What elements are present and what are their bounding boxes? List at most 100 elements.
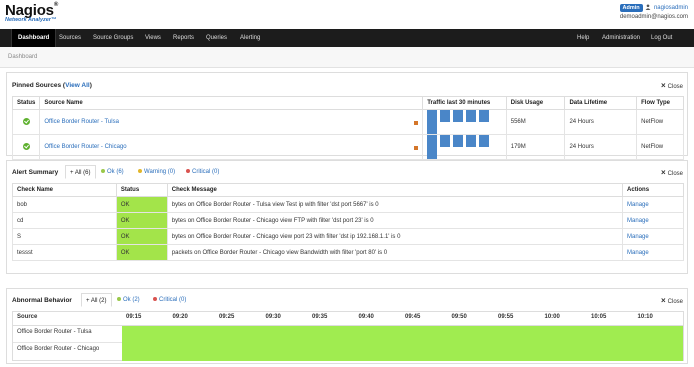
nav-alerting[interactable]: Alerting xyxy=(240,29,260,47)
close-label: Close xyxy=(667,84,683,90)
alert-summary-title: Alert Summary xyxy=(12,169,59,176)
time-label: 09:30 xyxy=(265,314,281,320)
source-header: Source xyxy=(17,314,38,320)
warning-dot-icon xyxy=(138,169,142,174)
col-actions: Actions xyxy=(622,183,684,197)
pinned-sources-table: Status Source Name Traffic last 30 minut… xyxy=(11,96,684,160)
sparkline-bar xyxy=(453,110,464,122)
nav-help[interactable]: Help xyxy=(577,29,589,47)
lifetime-cell: 24 Hours xyxy=(564,134,638,160)
tab-ok-label: Ok (6) xyxy=(107,169,124,175)
actions-cell: Manage xyxy=(622,244,684,261)
username-link[interactable]: nagiosadmin xyxy=(654,5,688,11)
nav-dashboard[interactable]: Dashboard xyxy=(11,29,57,47)
tab-all[interactable]: + All (6) xyxy=(65,165,96,179)
check-name-cell: tessst xyxy=(12,244,117,261)
tab-critical[interactable]: Critical (0) xyxy=(182,165,223,179)
abnormal-timeline: Source 09:15 09:20 09:25 09:30 09:35 09:40 09:… xyxy=(12,311,684,361)
time-label: 09:45 xyxy=(405,314,421,320)
breadcrumb[interactable]: Dashboard xyxy=(8,54,37,60)
manage-link[interactable]: Manage xyxy=(627,218,649,224)
header: Nagios® Network Analyzer™ Admin nagiosad… xyxy=(0,0,694,29)
flow-cell: NetFlow xyxy=(636,109,684,135)
unpin-icon[interactable] xyxy=(414,121,419,125)
manage-link[interactable]: Manage xyxy=(627,234,649,240)
abnormal-close-button[interactable]: × Close xyxy=(661,296,683,305)
critical-dot-icon xyxy=(186,169,190,174)
table-header-row: Check Name Status Check Message Actions xyxy=(12,183,684,197)
table-row: cd OK bytes on Office Border Router - Ch… xyxy=(12,212,684,229)
close-label: Close xyxy=(667,299,683,305)
time-label: 09:25 xyxy=(219,314,235,320)
actions-cell: Manage xyxy=(622,212,684,229)
manage-link[interactable]: Manage xyxy=(627,202,649,208)
col-traffic: Traffic last 30 minutes xyxy=(422,96,507,110)
table-row: S OK bytes on Office Border Router - Chi… xyxy=(12,228,684,245)
source-link[interactable]: Office Border Router - Chicago xyxy=(44,144,126,150)
tab-warning[interactable]: Warning (0) xyxy=(134,165,179,179)
check-message-cell: packets on Office Border Router - Chicag… xyxy=(166,244,624,261)
unpin-icon[interactable] xyxy=(414,146,419,150)
nav-reports[interactable]: Reports xyxy=(173,29,194,47)
logo-tm: ™ xyxy=(50,17,57,23)
nav-queries[interactable]: Queries xyxy=(206,29,227,47)
flow-cell: NetFlow xyxy=(636,134,684,160)
close-icon: × xyxy=(660,81,666,90)
view-all-link[interactable]: View All xyxy=(65,82,90,89)
time-label: 10:05 xyxy=(591,314,607,320)
time-label: 10:10 xyxy=(637,314,653,320)
abnormal-ok-bar xyxy=(122,326,683,361)
actions-cell: Manage xyxy=(622,196,684,213)
nav-logout[interactable]: Log Out xyxy=(651,29,672,47)
status-ok-cell: OK xyxy=(115,228,168,245)
status-ok-cell: OK xyxy=(115,212,168,229)
table-header-row: Status Source Name Traffic last 30 minut… xyxy=(11,96,684,110)
check-message-cell: bytes on Office Border Router - Chicago … xyxy=(166,228,624,245)
pinned-sources-panel: Pinned Sources (View All) × Close Status … xyxy=(6,72,688,160)
tab-ok[interactable]: Ok (2) xyxy=(113,293,144,307)
tab-ok[interactable]: Ok (6) xyxy=(97,165,128,179)
main-navbar: Dashboard Sources Source Groups Views Re… xyxy=(0,29,694,47)
nav-administration[interactable]: Administration xyxy=(602,29,640,47)
source-name-cell: Office Border Router - Tulsa xyxy=(39,109,424,135)
source-name-cell: Office Border Router - Chicago xyxy=(39,134,424,160)
ok-dot-icon xyxy=(117,297,121,302)
user-icon xyxy=(645,4,651,11)
check-message-cell: bytes on Office Border Router - Chicago … xyxy=(166,212,624,229)
nagios-logo[interactable]: Nagios® Network Analyzer™ xyxy=(5,2,58,23)
ok-check-icon xyxy=(22,117,30,125)
alert-summary-panel: Alert Summary + All (6) Ok (6) Warning (… xyxy=(6,160,688,274)
manage-link[interactable]: Manage xyxy=(627,250,649,256)
pinned-close-button[interactable]: × Close xyxy=(661,81,683,90)
time-label: 09:15 xyxy=(126,314,142,320)
alerts-close-button[interactable]: × Close xyxy=(661,168,683,177)
logo-product: Network Analyzer xyxy=(5,17,51,23)
check-message-cell: bytes on Office Border Router - Tulsa vi… xyxy=(166,196,624,213)
col-data-lifetime: Data Lifetime xyxy=(564,96,638,110)
status-cell xyxy=(11,109,41,135)
table-row: tessst OK packets on Office Border Route… xyxy=(12,244,684,261)
nav-source-groups[interactable]: Source Groups xyxy=(93,29,133,47)
nav-sources[interactable]: Sources xyxy=(59,29,81,47)
pinned-title-text: Pinned Sources xyxy=(12,82,62,89)
sparkline-bar xyxy=(466,135,477,147)
time-label: 10:00 xyxy=(544,314,560,320)
close-label: Close xyxy=(667,171,683,177)
source-link[interactable]: Office Border Router - Tulsa xyxy=(44,119,119,125)
tab-all[interactable]: + All (2) xyxy=(81,293,112,307)
pinned-sources-title: Pinned Sources (View All) xyxy=(12,82,92,89)
tab-critical[interactable]: Critical (0) xyxy=(149,293,190,307)
time-label: 09:20 xyxy=(172,314,188,320)
sparkline-bar xyxy=(440,110,451,122)
col-disk-usage: Disk Usage xyxy=(505,96,566,110)
nav-views[interactable]: Views xyxy=(145,29,161,47)
sparkline-bar xyxy=(440,135,451,147)
tab-warning-label: Warning (0) xyxy=(144,169,176,175)
check-name-cell: S xyxy=(12,228,117,245)
user-area: Admin nagiosadmin demoadmin@nagios.com xyxy=(619,4,688,20)
time-label: 09:55 xyxy=(498,314,514,320)
col-check-name: Check Name xyxy=(12,183,117,197)
actions-cell: Manage xyxy=(622,228,684,245)
sparkline-bar xyxy=(453,135,464,147)
tab-all-label: + All (6) xyxy=(70,170,91,176)
